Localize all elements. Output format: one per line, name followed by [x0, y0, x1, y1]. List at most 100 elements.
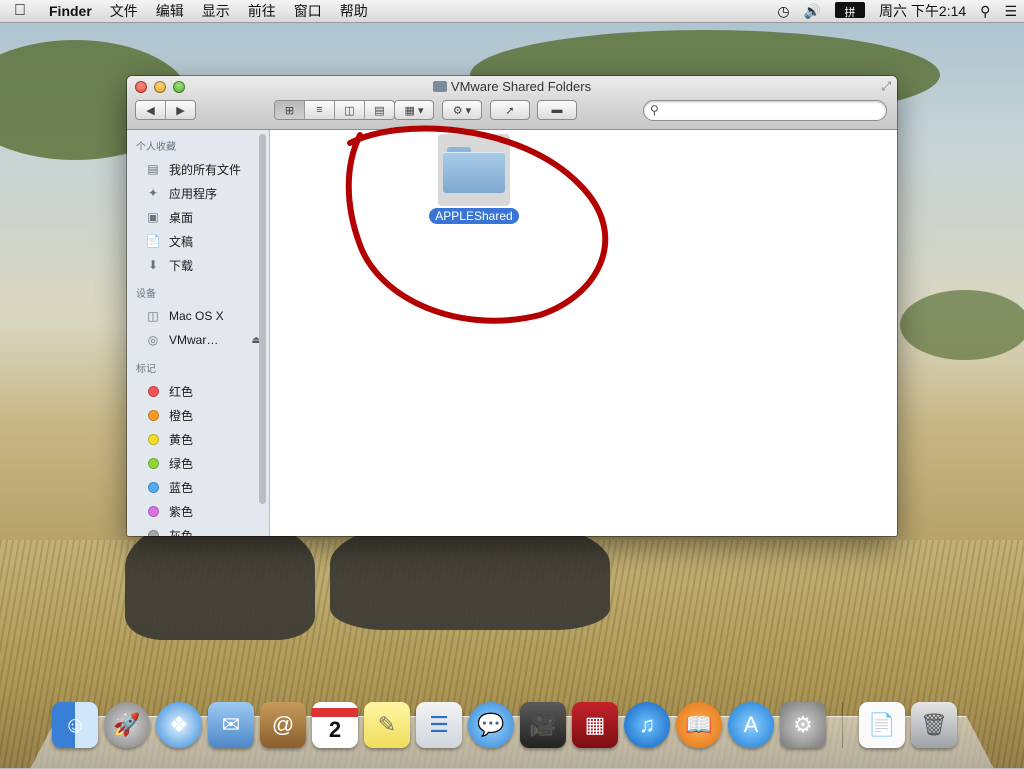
fullscreen-icon[interactable]: ⤢: [881, 79, 891, 94]
finder-window: VMware Shared Folders ⤢ ◀ ▶ ⊞ ≡ ◫ ▤ ▦ ▾ …: [127, 76, 897, 536]
facetime-icon[interactable]: 🎥: [520, 702, 566, 748]
icon-view-button[interactable]: ⊞: [275, 101, 305, 119]
tag-gray-dot: [147, 529, 159, 536]
sidebar: 个人收藏 ▤ 我的所有文件 ✦ 应用程序 ▣ 桌面 📄 文稿 ⬇ 下载 设备 ◫…: [127, 130, 270, 536]
sidebar-item-vmware[interactable]: ◎ VMwar… ⏏: [127, 328, 269, 352]
file-browser-content[interactable]: APPLEShared: [270, 125, 897, 536]
itunes-icon[interactable]: ♫: [624, 702, 670, 748]
action-button[interactable]: ⚙ ▾: [442, 100, 482, 120]
apple-icon[interactable]: : [0, 2, 40, 20]
annotation-circle: [345, 125, 609, 324]
tag-blue-dot: [147, 481, 159, 493]
tags-button[interactable]: ▬: [537, 100, 577, 120]
tag-orange-dot: [147, 409, 159, 421]
sidebar-header-favorites: 个人收藏: [136, 142, 176, 153]
menu-app-name[interactable]: Finder: [40, 0, 101, 22]
input-method-icon[interactable]: 拼: [828, 0, 872, 22]
search-icon: ⚲: [650, 103, 659, 117]
sidebar-tag-gray[interactable]: 灰色: [127, 523, 269, 536]
sidebar-scrollbar[interactable]: [259, 134, 266, 504]
desktop-icon: ▣: [147, 210, 159, 224]
sidebar-item-label: 红色: [169, 384, 194, 399]
mail-icon[interactable]: ✉: [208, 702, 254, 748]
sidebar-tag-purple[interactable]: 紫色: [127, 499, 269, 523]
sidebar-item-label: 文稿: [169, 234, 194, 249]
window-title-text: VMware Shared Folders: [450, 79, 592, 94]
arrange-button[interactable]: ▦ ▾: [394, 100, 434, 120]
back-button[interactable]: ◀: [136, 101, 166, 119]
search-field[interactable]: ⚲: [643, 100, 887, 121]
dock: ☺ 🚀 ❖ ✉ @ 2 ✎ ☰ 💬 🎥 ▦ ♫ 📖 A ⚙ 📄 🗑: [52, 702, 957, 754]
column-view-button[interactable]: ◫: [335, 101, 365, 119]
share-icon: ➚: [505, 104, 515, 117]
sidebar-item-desktop[interactable]: ▣ 桌面: [127, 205, 269, 229]
sidebar-item-label: 我的所有文件: [169, 162, 242, 177]
app-store-icon[interactable]: A: [728, 702, 774, 748]
list-view-button[interactable]: ≡: [305, 101, 335, 119]
title-bar[interactable]: VMware Shared Folders ⤢ ◀ ▶ ⊞ ≡ ◫ ▤ ▦ ▾ …: [127, 76, 897, 130]
arrange-icon: ▦ ▾: [404, 104, 424, 117]
photo-booth-icon[interactable]: ▦: [572, 702, 618, 748]
search-input[interactable]: [666, 103, 880, 117]
view-mode-control: ⊞ ≡ ◫ ▤: [274, 100, 395, 120]
sidebar-item-label: 应用程序: [169, 186, 218, 201]
sidebar-header-tags: 标记: [136, 364, 156, 375]
ibooks-icon[interactable]: 📖: [676, 702, 722, 748]
messages-icon[interactable]: 💬: [468, 702, 514, 748]
contacts-icon[interactable]: @: [260, 702, 306, 748]
hard-disk-icon: ◫: [147, 309, 159, 323]
menu-edit[interactable]: 编辑: [147, 0, 193, 22]
coverflow-view-button[interactable]: ▤: [365, 101, 394, 119]
downloads-icon: ⬇: [147, 258, 159, 272]
menu-window[interactable]: 窗口: [285, 0, 331, 22]
sidebar-item-label: 下载: [169, 258, 194, 273]
disc-icon: ◎: [147, 333, 159, 347]
sidebar-item-all-files[interactable]: ▤ 我的所有文件: [127, 157, 269, 181]
sidebar-item-applications[interactable]: ✦ 应用程序: [127, 181, 269, 205]
documents-icon: 📄: [145, 234, 161, 248]
volume-icon[interactable]: 🔊: [797, 0, 828, 22]
sidebar-item-downloads[interactable]: ⬇ 下载: [127, 253, 269, 277]
menu-file[interactable]: 文件: [101, 0, 147, 22]
system-preferences-icon[interactable]: ⚙: [780, 702, 826, 748]
sidebar-item-label: 蓝色: [169, 480, 194, 495]
sidebar-tag-yellow[interactable]: 黄色: [127, 427, 269, 451]
menu-view[interactable]: 显示: [193, 0, 239, 22]
safari-icon[interactable]: ❖: [156, 702, 202, 748]
sidebar-tag-blue[interactable]: 蓝色: [127, 475, 269, 499]
forward-button[interactable]: ▶: [166, 101, 195, 119]
spotlight-icon[interactable]: ⚲: [973, 0, 997, 22]
all-files-icon: ▤: [147, 162, 159, 176]
launchpad-icon[interactable]: 🚀: [104, 702, 150, 748]
sidebar-item-mac-os-x[interactable]: ◫ Mac OS X: [127, 304, 269, 328]
tag-purple-dot: [147, 505, 159, 517]
wallpaper-tree-far: [900, 290, 1024, 360]
trash-icon[interactable]: 🗑: [911, 702, 957, 748]
time-machine-icon[interactable]: ◷: [770, 0, 796, 22]
sidebar-item-label: Mac OS X: [169, 309, 224, 323]
shared-folder-icon: [432, 81, 447, 92]
reminders-icon[interactable]: ☰: [416, 702, 462, 748]
gear-icon: ⚙ ▾: [452, 104, 472, 117]
share-button[interactable]: ➚: [490, 100, 530, 120]
calendar-day: 2: [328, 716, 342, 742]
documents-stack-icon[interactable]: 📄: [859, 702, 905, 748]
sidebar-item-label: 橙色: [169, 408, 194, 423]
menu-help[interactable]: 帮助: [331, 0, 377, 22]
notification-center-icon[interactable]: ☰: [997, 0, 1024, 22]
calendar-icon[interactable]: 2: [312, 702, 358, 748]
clock[interactable]: 周六 下午2:14: [872, 0, 973, 22]
sidebar-header-devices: 设备: [136, 289, 156, 300]
finder-icon[interactable]: ☺: [52, 702, 98, 748]
sidebar-item-label: 灰色: [169, 528, 194, 537]
tag-red-dot: [147, 385, 159, 397]
notes-icon[interactable]: ✎: [364, 702, 410, 748]
sidebar-tag-orange[interactable]: 橙色: [127, 403, 269, 427]
menu-go[interactable]: 前往: [239, 0, 285, 22]
back-forward-control: ◀ ▶: [135, 100, 196, 120]
sidebar-tag-green[interactable]: 绿色: [127, 451, 269, 475]
dock-separator: [842, 702, 843, 748]
tag-green-dot: [147, 457, 159, 469]
sidebar-item-documents[interactable]: 📄 文稿: [127, 229, 269, 253]
sidebar-tag-red[interactable]: 红色: [127, 379, 269, 403]
